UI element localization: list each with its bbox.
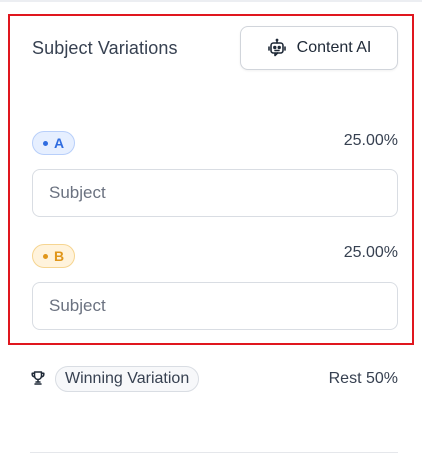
variation-a-dot (43, 140, 48, 146)
robot-icon (267, 38, 287, 58)
subject-input-a[interactable] (32, 169, 398, 217)
panel-title: Subject Variations (32, 38, 178, 58)
winning-variation-badge[interactable]: Winning Variation (55, 366, 200, 392)
variation-b-percent: 25.00% (343, 244, 398, 261)
trophy-icon (30, 370, 46, 391)
top-divider (0, 0, 422, 2)
content-ai-label: Content AI (296, 39, 372, 56)
variation-a-label: A (54, 135, 65, 151)
subject-variations-panel: Subject Variations Content AI A 25.00% B… (8, 14, 414, 345)
subject-input-b[interactable] (32, 282, 398, 330)
variation-a-percent: 25.00% (343, 132, 398, 149)
variation-b-badge: B (32, 244, 76, 268)
variation-a-badge: A (32, 131, 76, 155)
variation-b-label: B (54, 248, 65, 264)
variation-b-dot (43, 253, 48, 259)
rest-percentage: Rest 50% (328, 370, 398, 387)
bottom-divider (30, 452, 398, 453)
content-ai-button[interactable]: Content AI (240, 26, 398, 70)
winning-variation-row: Winning Variation Rest 50% (30, 366, 398, 392)
